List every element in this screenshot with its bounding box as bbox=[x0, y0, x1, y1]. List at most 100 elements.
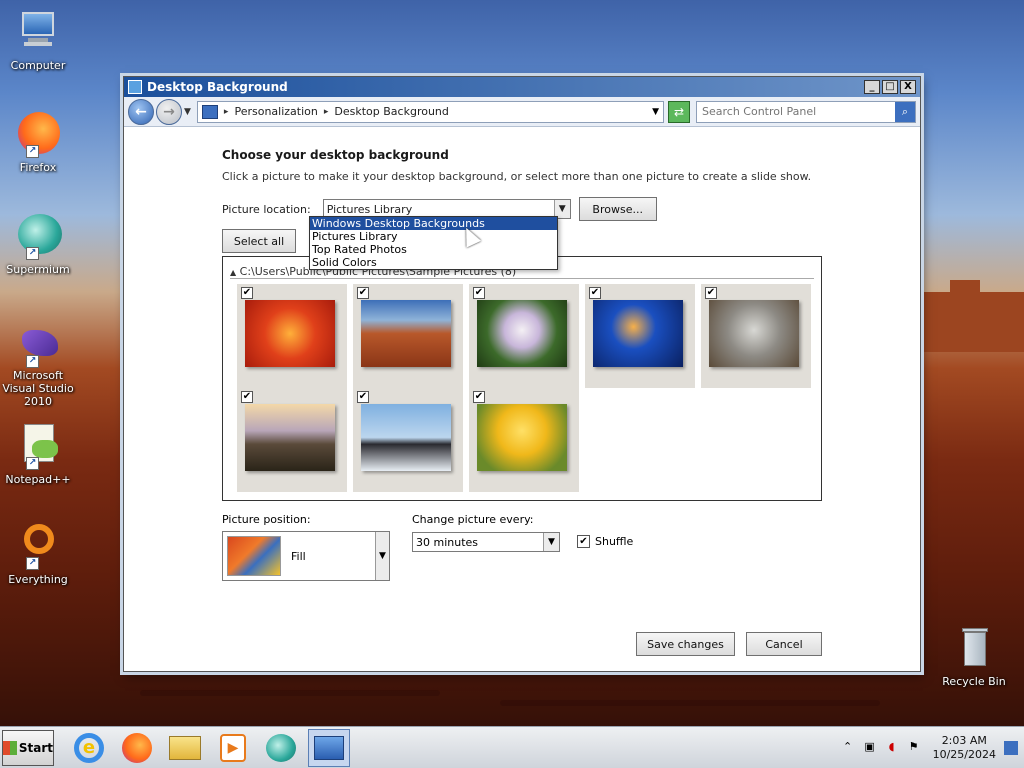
page-heading: Choose your desktop background bbox=[222, 148, 449, 162]
minimize-button[interactable]: _ bbox=[864, 80, 880, 94]
chevron-right-icon[interactable]: ▸ bbox=[324, 107, 329, 117]
control-panel-icon bbox=[201, 104, 218, 119]
picture-location-dropdown: Windows Desktop Backgrounds Pictures Lib… bbox=[309, 216, 558, 270]
collapse-icon[interactable]: ▲ bbox=[230, 268, 236, 277]
penguins-image bbox=[361, 404, 451, 471]
media-player-icon: ▶ bbox=[220, 733, 246, 762]
window-title: Desktop Background bbox=[147, 80, 288, 94]
refresh-button[interactable]: ⇄ bbox=[668, 100, 690, 123]
breadcrumb[interactable]: ▸ Personalization ▸ Desktop Background ▼ bbox=[196, 100, 664, 123]
search-box: ⌕ bbox=[696, 100, 916, 123]
thumbnail-checkbox[interactable]: ✔ bbox=[357, 391, 369, 403]
shortcut-arrow-icon: ↗ bbox=[26, 145, 39, 158]
desert-mesa bbox=[922, 292, 1024, 352]
title-bar[interactable]: Desktop Background _ □ X bbox=[124, 77, 920, 97]
cancel-button[interactable]: Cancel bbox=[746, 632, 822, 656]
maximize-button[interactable]: □ bbox=[882, 80, 898, 94]
jellyfish-image bbox=[593, 300, 683, 367]
taskbar-media-player[interactable]: ▶ bbox=[212, 729, 254, 767]
thumbnail-chrysanthemum[interactable]: ✔ bbox=[237, 284, 347, 388]
change-picture-label: Change picture every: bbox=[412, 513, 534, 526]
chevron-right-icon[interactable]: ▸ bbox=[224, 107, 229, 117]
desktop-icon-supermium[interactable]: ↗ Supermium bbox=[0, 212, 78, 276]
shortcut-arrow-icon: ↗ bbox=[26, 355, 39, 368]
recycle-bin-icon bbox=[950, 624, 998, 672]
clock[interactable]: 2:03 AM 10/25/2024 bbox=[933, 734, 996, 762]
everything-icon: ↗ bbox=[14, 522, 62, 570]
start-button[interactable]: Start bbox=[2, 729, 54, 766]
shuffle-checkbox[interactable]: ✔ bbox=[577, 535, 590, 548]
breadcrumb-desktop-background[interactable]: Desktop Background bbox=[334, 105, 449, 118]
dropdown-option-top-rated-photos[interactable]: Top Rated Photos bbox=[310, 243, 557, 256]
thumbnail-tulips[interactable]: ✔ bbox=[469, 388, 579, 492]
change-interval-select[interactable]: 30 minutes ▼ bbox=[412, 532, 560, 552]
taskbar-control-panel[interactable] bbox=[308, 728, 350, 767]
picture-location-label: Picture location: bbox=[222, 202, 311, 216]
thumbnail-jellyfish[interactable]: ✔ bbox=[585, 284, 695, 388]
shortcut-arrow-icon: ↗ bbox=[26, 557, 39, 570]
desktop-icon-notepad-plus-plus[interactable]: ↗ Notepad++ bbox=[0, 422, 78, 486]
dropdown-option-solid-colors[interactable]: Solid Colors bbox=[310, 256, 557, 269]
taskbar-firefox[interactable] bbox=[116, 729, 158, 767]
recent-pages-chevron-icon[interactable]: ▼ bbox=[184, 107, 191, 117]
ground-streak bbox=[140, 690, 440, 696]
dropdown-option-windows-desktop-backgrounds[interactable]: Windows Desktop Backgrounds bbox=[310, 217, 557, 230]
select-all-button[interactable]: Select all bbox=[222, 229, 296, 253]
chevron-down-icon[interactable]: ▼ bbox=[543, 533, 559, 551]
volume-muted-icon[interactable]: ◖ bbox=[884, 740, 900, 756]
browse-button[interactable]: Browse... bbox=[578, 197, 657, 221]
windows-flag-icon bbox=[3, 740, 17, 755]
thumbnail-checkbox[interactable]: ✔ bbox=[705, 287, 717, 299]
taskbar-supermium[interactable] bbox=[260, 729, 302, 767]
show-hidden-icons-icon[interactable]: ⌃ bbox=[840, 740, 856, 756]
system-tray: ⌃ ▣ ◖ ⚑ 2:03 AM 10/25/2024 bbox=[837, 727, 1024, 768]
lighthouse-image bbox=[245, 404, 335, 471]
koala-image bbox=[709, 300, 799, 367]
search-input[interactable] bbox=[697, 101, 895, 122]
save-changes-button[interactable]: Save changes bbox=[636, 632, 735, 656]
desktop-icon-visual-studio[interactable]: ↗ Microsoft Visual Studio 2010 bbox=[0, 326, 78, 408]
show-desktop-button[interactable] bbox=[1004, 740, 1018, 755]
search-icon[interactable]: ⌕ bbox=[895, 101, 915, 122]
taskbar-file-explorer[interactable] bbox=[164, 729, 206, 767]
forward-button[interactable]: → bbox=[156, 98, 182, 125]
control-panel-icon bbox=[128, 80, 142, 94]
firefox-icon bbox=[122, 732, 152, 763]
chrysanthemum-image bbox=[245, 300, 335, 367]
desktop-icon-computer[interactable]: Computer bbox=[0, 8, 78, 72]
desktop-icon-recycle-bin[interactable]: Recycle Bin bbox=[934, 624, 1014, 688]
desktop-icon-firefox[interactable]: ↗ Firefox bbox=[0, 110, 78, 174]
thumbnail-penguins[interactable]: ✔ bbox=[353, 388, 463, 492]
thumbnail-hydrangeas[interactable]: ✔ bbox=[469, 284, 579, 388]
shortcut-arrow-icon: ↗ bbox=[26, 457, 39, 470]
address-bar: ← → ▼ ▸ Personalization ▸ Desktop Backgr… bbox=[124, 97, 920, 127]
thumbnail-checkbox[interactable]: ✔ bbox=[241, 287, 253, 299]
shortcut-arrow-icon: ↗ bbox=[26, 247, 39, 260]
desktop-icon-everything[interactable]: ↗ Everything bbox=[0, 522, 78, 586]
close-button[interactable]: X bbox=[900, 80, 916, 94]
thumbnail-checkbox[interactable]: ✔ bbox=[241, 391, 253, 403]
taskbar-internet-explorer[interactable]: e bbox=[68, 729, 110, 767]
thumbnail-koala[interactable]: ✔ bbox=[701, 284, 811, 388]
thumbnail-desert[interactable]: ✔ bbox=[353, 284, 463, 388]
back-button[interactable]: ← bbox=[128, 98, 154, 125]
network-icon[interactable]: ▣ bbox=[862, 740, 878, 756]
action-center-flag-icon[interactable]: ⚑ bbox=[906, 740, 922, 756]
thumbnail-lighthouse[interactable]: ✔ bbox=[237, 388, 347, 492]
visual-studio-icon: ↗ bbox=[14, 326, 62, 368]
shuffle-option[interactable]: ✔ Shuffle bbox=[577, 535, 633, 548]
thumbnail-checkbox[interactable]: ✔ bbox=[589, 287, 601, 299]
thumbnail-checkbox[interactable]: ✔ bbox=[473, 287, 485, 299]
supermium-icon: ↗ bbox=[14, 212, 62, 260]
notepad-plus-plus-icon: ↗ bbox=[14, 422, 62, 470]
firefox-icon: ↗ bbox=[14, 110, 62, 158]
dropdown-option-pictures-library[interactable]: Pictures Library bbox=[310, 230, 557, 243]
address-dropdown-icon[interactable]: ▼ bbox=[652, 107, 659, 117]
tulips-image bbox=[477, 404, 567, 471]
chevron-down-icon[interactable]: ▼ bbox=[375, 532, 389, 580]
thumbnail-checkbox[interactable]: ✔ bbox=[357, 287, 369, 299]
breadcrumb-personalization[interactable]: Personalization bbox=[234, 105, 317, 118]
folder-icon bbox=[169, 735, 201, 760]
picture-position-select[interactable]: Fill ▼ bbox=[222, 531, 390, 581]
thumbnail-checkbox[interactable]: ✔ bbox=[473, 391, 485, 403]
